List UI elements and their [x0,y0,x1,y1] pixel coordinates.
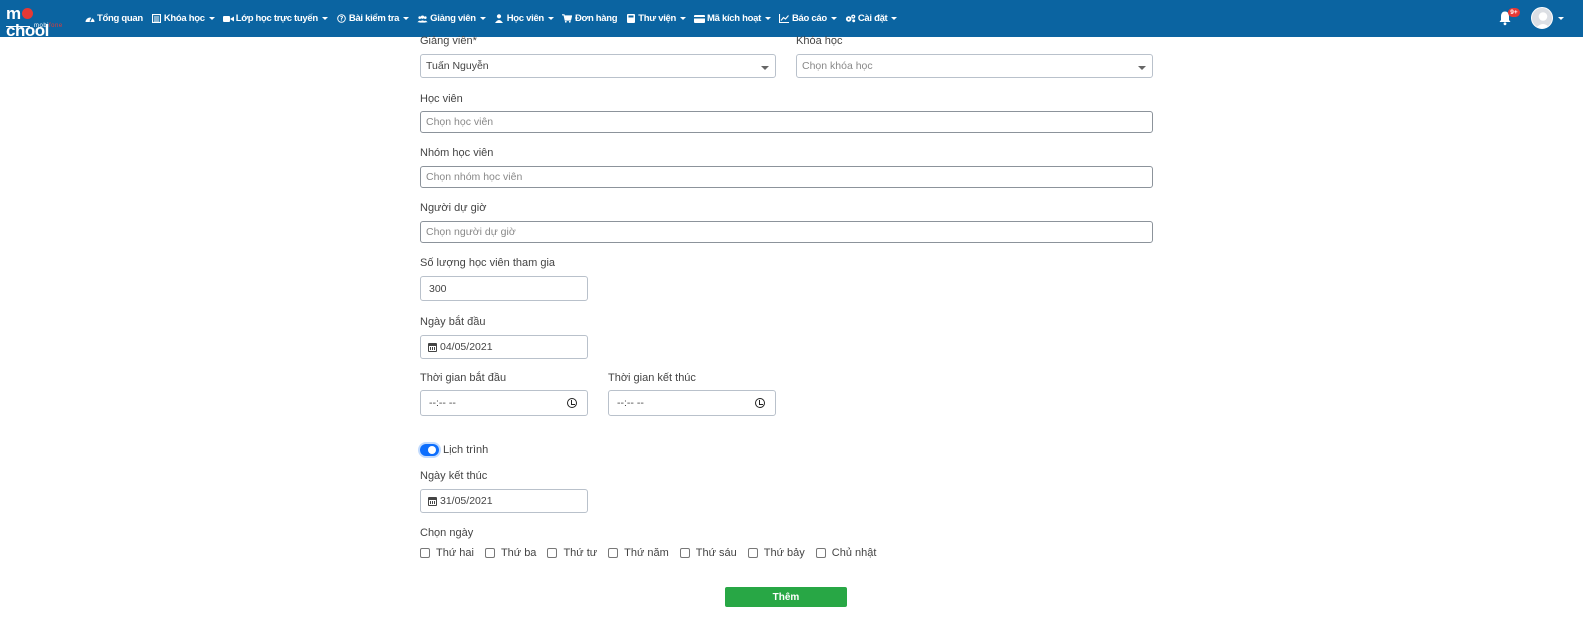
participants-input[interactable]: 300 [420,276,588,301]
users-icon [417,14,428,24]
day-saturday[interactable]: Thứ bảy [747,547,805,559]
nav-item-library[interactable]: Thư viện [625,13,687,24]
start-time-input[interactable]: --:-- -- [420,390,588,416]
dashboard-icon [84,14,95,24]
calendar-icon [428,342,437,352]
checkbox[interactable] [747,548,758,558]
chevron-down-icon [321,17,328,20]
chevron-down-icon [547,17,554,20]
end-time-input[interactable]: --:-- -- [608,390,776,416]
teacher-select[interactable]: Tuấn Nguyễn [420,54,776,78]
nav-item-teachers[interactable]: Giảng viên [417,13,486,24]
schedule-label: Lịch trình [443,444,489,456]
students-label: Học viên [420,93,463,105]
add-button[interactable]: Thêm [725,587,847,607]
end-date-picker[interactable]: 31/05/2021 [420,489,588,513]
schedule-toggle[interactable] [420,444,439,456]
question-circle-icon: ? [336,14,347,24]
checkbox[interactable] [679,548,690,558]
chevron-down-icon[interactable] [1558,17,1564,20]
notification-badge: 9+ [1508,8,1520,17]
logo-subtext: mobifone [34,23,63,29]
nav-item-settings[interactable]: Cài đặt [845,13,898,24]
checkbox[interactable] [420,548,430,558]
main-nav: Tổng quan Khóa học Lớp học trực tuyến ? … [84,0,905,37]
day-sunday[interactable]: Chủ nhật [815,547,876,559]
choose-days-label: Chọn ngày [420,527,474,539]
end-time-label: Thời gian kết thúc [608,372,696,384]
caret-down-icon [1138,66,1146,70]
students-multiselect[interactable]: Chọn học viên [420,111,1153,133]
chevron-down-icon [764,17,771,20]
checkbox[interactable] [815,548,826,558]
participants-label: Số lượng học viên tham gia [420,257,556,269]
chevron-down-icon [680,17,687,20]
nav-item-reports[interactable]: Báo cáo [779,13,837,24]
brand-logo[interactable]: mchool mobifone [6,5,72,39]
clock-icon[interactable] [567,398,577,408]
chevron-down-icon [403,17,410,20]
day-friday[interactable]: Thứ sáu [679,547,737,559]
teacher-selected-value: Tuấn Nguyễn [426,60,489,72]
weekday-checkboxes: Thứ hai Thứ ba Thứ tư Thứ năm Thứ sáu Th… [420,547,887,559]
nav-item-activation-codes[interactable]: Mã kích hoạt [694,13,771,24]
cart-icon [562,14,573,24]
top-navbar: mchool mobifone Tổng quan Khóa học Lớp h… [0,0,1583,39]
student-groups-placeholder: Chọn nhóm học viên [426,171,523,183]
observers-placeholder: Chọn người dự giờ [426,226,516,238]
cogs-icon [845,14,856,24]
library-icon [625,14,636,24]
nav-item-students[interactable]: Học viên [494,13,554,24]
checkbox[interactable] [484,548,495,558]
observers-multiselect[interactable]: Chọn người dự giờ [420,221,1153,243]
start-date-label: Ngày bắt đầu [420,316,486,328]
caret-down-icon [761,66,769,70]
clock-icon[interactable] [755,398,765,408]
chevron-down-icon [208,17,215,20]
video-icon [222,14,234,24]
chevron-down-icon [891,17,898,20]
user-icon [494,14,505,24]
students-placeholder: Chọn học viên [426,116,494,128]
checkbox[interactable] [608,548,619,558]
course-placeholder: Chọn khóa học [802,60,873,72]
day-thursday[interactable]: Thứ năm [608,547,669,559]
end-date-label: Ngày kết thúc [420,470,488,482]
start-date-picker[interactable]: 04/05/2021 [420,335,588,359]
calendar-icon [428,496,437,506]
user-avatar[interactable] [1531,7,1553,29]
nav-item-dashboard[interactable]: Tổng quan [84,13,143,24]
teacher-label: Giảng viên* [420,35,477,47]
chart-icon [779,14,790,24]
student-groups-multiselect[interactable]: Chọn nhóm học viên [420,166,1153,188]
checkbox[interactable] [547,548,558,558]
day-wednesday[interactable]: Thứ tư [547,547,597,559]
course-select[interactable]: Chọn khóa học [796,54,1153,78]
day-tuesday[interactable]: Thứ ba [484,547,536,559]
nav-item-orders[interactable]: Đơn hàng [562,13,618,24]
nav-item-courses[interactable]: Khóa học [151,13,215,24]
observers-label: Người dự giờ [420,202,487,214]
chevron-down-icon [830,17,837,20]
nav-item-tests[interactable]: ? Bài kiểm tra [336,13,410,24]
logo-wordmark: mchool [6,4,49,40]
day-monday[interactable]: Thứ hai [420,547,474,559]
chevron-down-icon [479,17,486,20]
book-icon [151,14,162,24]
course-label: Khóa học [796,35,843,47]
start-time-label: Thời gian bắt đầu [420,372,507,384]
student-groups-label: Nhóm học viên [420,147,494,159]
nav-item-online-classes[interactable]: Lớp học trực tuyến [222,13,328,24]
credit-card-icon [694,14,706,24]
